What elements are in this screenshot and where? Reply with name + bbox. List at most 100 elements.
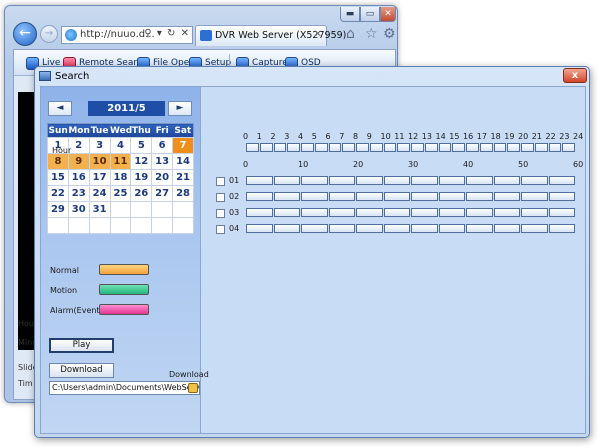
hour-cell[interactable] [342, 143, 355, 152]
calendar-day[interactable]: 13 [151, 153, 174, 170]
address-actions[interactable]: ⚲ ▾ ↻ ✕ [144, 28, 190, 39]
calendar-day[interactable]: 27 [151, 185, 174, 202]
calendar-day[interactable]: 31 [88, 201, 111, 218]
minute-cell[interactable] [383, 192, 410, 201]
minute-cell[interactable] [521, 208, 548, 217]
channel-checkbox[interactable] [216, 193, 225, 202]
calendar-day[interactable]: 18 [109, 169, 132, 186]
minute-cell[interactable] [301, 224, 328, 233]
download-path-field[interactable]: C:\Users\admin\Documents\WebServer\D [49, 381, 200, 395]
hour-cell[interactable] [273, 143, 287, 152]
calendar-day[interactable]: 22 [47, 185, 69, 202]
channel-checkbox[interactable] [216, 209, 225, 218]
calendar-day[interactable]: 21 [172, 169, 194, 186]
calendar-day[interactable]: 7 [172, 137, 194, 154]
next-month-button[interactable]: ► [168, 101, 192, 116]
minute-cell[interactable] [411, 192, 438, 201]
minute-cell[interactable] [466, 192, 493, 201]
minute-cell[interactable] [356, 176, 383, 185]
minute-cell[interactable] [438, 192, 465, 201]
minute-cell[interactable] [466, 176, 493, 185]
minute-cell[interactable] [383, 208, 410, 217]
gear-icon[interactable]: ⚙ [383, 26, 396, 42]
close-button[interactable]: ✕ [380, 7, 396, 22]
calendar-day[interactable]: 26 [130, 185, 153, 202]
calendar-day[interactable]: 8 [47, 153, 69, 170]
minute-cell[interactable] [466, 224, 493, 233]
minimize-button[interactable]: ▬ [340, 7, 360, 22]
minute-cell[interactable] [548, 224, 575, 233]
calendar-day[interactable]: 9 [67, 153, 90, 170]
browse-folder-icon[interactable] [188, 383, 198, 393]
calendar-day[interactable]: 6 [151, 137, 174, 154]
hour-cell[interactable] [507, 143, 520, 152]
hour-cell[interactable] [452, 143, 465, 152]
minute-cell[interactable] [246, 208, 273, 217]
hour-cell[interactable] [548, 143, 562, 152]
calendar-day[interactable]: 29 [47, 201, 69, 218]
calendar-day[interactable]: 12 [130, 153, 153, 170]
calendar-day[interactable]: 19 [130, 169, 153, 186]
minute-cell[interactable] [383, 176, 410, 185]
calendar-day[interactable]: 4 [109, 137, 132, 154]
minute-cell[interactable] [493, 192, 520, 201]
hour-cell[interactable] [301, 143, 314, 152]
calendar-day[interactable]: 11 [109, 153, 132, 170]
calendar-day[interactable]: 16 [67, 169, 90, 186]
calendar-day[interactable]: 10 [88, 153, 111, 170]
browser-tab[interactable]: DVR Web Server (X527959) ✕ [195, 25, 346, 46]
hour-cell[interactable] [479, 143, 493, 152]
minute-cell[interactable] [328, 192, 355, 201]
minute-cell[interactable] [521, 192, 548, 201]
hour-cell[interactable] [369, 143, 383, 152]
hour-cell[interactable] [424, 143, 438, 152]
minute-cell[interactable] [246, 192, 273, 201]
hour-cell[interactable] [383, 143, 397, 152]
hour-cell[interactable] [521, 143, 534, 152]
calendar-day[interactable]: 28 [172, 185, 194, 202]
minute-cell[interactable] [356, 192, 383, 201]
hour-cell[interactable] [287, 143, 300, 152]
minute-cell[interactable] [273, 192, 300, 201]
calendar-day[interactable]: 24 [88, 185, 111, 202]
hour-cell[interactable] [397, 143, 410, 152]
hour-cell[interactable] [562, 143, 575, 152]
hour-cell[interactable] [438, 143, 452, 152]
hour-cell[interactable] [466, 143, 479, 152]
minute-cell[interactable] [493, 208, 520, 217]
minute-cell[interactable] [301, 208, 328, 217]
channel-checkbox[interactable] [216, 177, 225, 186]
minute-cell[interactable] [411, 176, 438, 185]
hour-cell[interactable] [246, 143, 259, 152]
calendar-day[interactable]: 17 [88, 169, 111, 186]
prev-month-button[interactable]: ◄ [48, 101, 72, 116]
calendar-day[interactable]: 15 [47, 169, 69, 186]
channel-checkbox[interactable] [216, 225, 225, 234]
hour-cell[interactable] [411, 143, 424, 152]
minute-cell[interactable] [438, 208, 465, 217]
calendar-day[interactable]: 5 [130, 137, 153, 154]
minute-cell[interactable] [328, 176, 355, 185]
calendar-day[interactable]: 25 [109, 185, 132, 202]
minute-cell[interactable] [356, 224, 383, 233]
minute-cell[interactable] [411, 224, 438, 233]
hour-cell[interactable] [328, 143, 342, 152]
minute-cell[interactable] [301, 176, 328, 185]
calendar-day[interactable]: 20 [151, 169, 174, 186]
minute-cell[interactable] [301, 192, 328, 201]
maximize-button[interactable]: ▭ [360, 7, 380, 22]
minute-cell[interactable] [273, 208, 300, 217]
minute-cell[interactable] [246, 224, 273, 233]
hour-cell[interactable] [493, 143, 507, 152]
minute-cell[interactable] [438, 224, 465, 233]
favorites-star-icon[interactable]: ☆ [365, 26, 378, 42]
home-icon[interactable]: ⌂ [346, 26, 355, 42]
minute-cell[interactable] [246, 176, 273, 185]
calendar-day[interactable]: 2 [67, 137, 90, 154]
minute-cell[interactable] [273, 176, 300, 185]
minute-cell[interactable] [548, 208, 575, 217]
back-arrow-icon[interactable]: ← [13, 22, 37, 46]
minute-cell[interactable] [273, 224, 300, 233]
download-button[interactable]: Download [49, 363, 114, 378]
hour-cell[interactable] [356, 143, 369, 152]
